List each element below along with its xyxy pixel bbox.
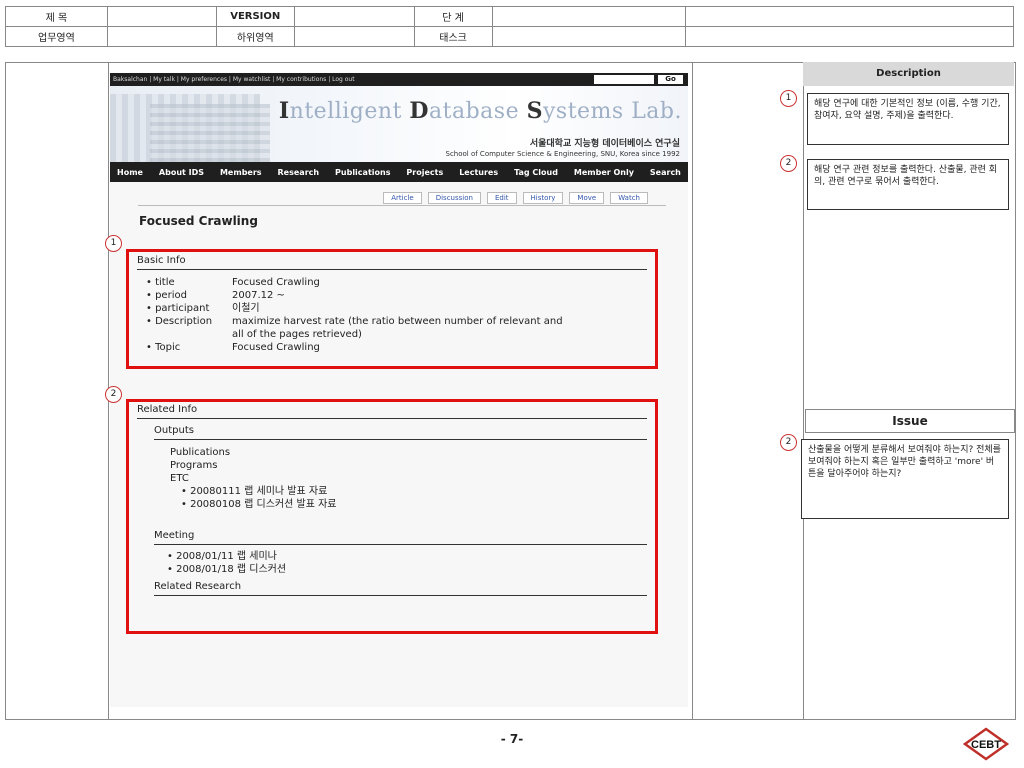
note-badge-2: 2 xyxy=(780,155,797,172)
output-etc[interactable]: ETC xyxy=(170,472,655,485)
callout-badge-1: 1 xyxy=(105,235,122,252)
value-stage xyxy=(491,6,687,27)
info-row: all of the pages retrieved) xyxy=(232,329,362,340)
output-publications[interactable]: Publications xyxy=(170,446,655,459)
tab-watch[interactable]: Watch xyxy=(610,192,648,204)
divider xyxy=(137,269,647,270)
tab-edit[interactable]: Edit xyxy=(486,192,517,204)
page-title: Focused Crawling xyxy=(139,214,258,228)
label-work-area: 업무영역 xyxy=(5,26,108,47)
output-programs[interactable]: Programs xyxy=(170,459,655,472)
info-row: • Topic Focused Crawling xyxy=(146,342,320,353)
description-note-1: 해당 연구에 대한 기본적인 정보 (이름, 수행 기간, 참여자, 요약 설명… xyxy=(807,93,1009,145)
issue-heading: Issue xyxy=(805,409,1015,433)
meeting-item[interactable]: • 2008/01/11 랩 세미나 xyxy=(167,550,655,563)
info-row: • Description maximize harvest rate (the … xyxy=(146,316,563,327)
info-row: • title Focused Crawling xyxy=(146,277,320,288)
label-stage: 단 계 xyxy=(413,6,493,27)
callout-badge-2: 2 xyxy=(105,386,122,403)
page-number: - 7- xyxy=(500,732,524,746)
nav-home[interactable]: Home xyxy=(117,168,143,177)
note-badge-1: 1 xyxy=(780,90,797,107)
nav-publications[interactable]: Publications xyxy=(335,168,390,177)
info-row: • participant 이철기 xyxy=(146,303,260,314)
value-sub-area xyxy=(293,26,415,47)
divider xyxy=(154,439,647,440)
lab-korean-name: 서울대학교 지능형 데이터베이스 연구실 xyxy=(529,139,680,149)
etc-item[interactable]: • 20080108 랩 디스커션 발표 자료 xyxy=(170,498,655,511)
basic-info-heading: Basic Info xyxy=(137,255,186,266)
value-work-area xyxy=(106,26,217,47)
outputs-list: Publications Programs ETC • 20080111 랩 세… xyxy=(129,446,655,511)
nav-search[interactable]: Search xyxy=(650,168,681,177)
nav-about[interactable]: About IDS xyxy=(159,168,204,177)
tab-article[interactable]: Article xyxy=(383,192,422,204)
nav-lectures[interactable]: Lectures xyxy=(459,168,498,177)
related-info-section: Related Info Outputs Publications Progra… xyxy=(126,399,658,634)
divider xyxy=(137,418,647,419)
page-tabs: Article Discussion Edit History Move Wat… xyxy=(383,192,648,204)
label-version: VERSION xyxy=(215,6,295,27)
value-task xyxy=(491,26,687,47)
meeting-list: • 2008/01/11 랩 세미나 • 2008/01/18 랩 디스커션 xyxy=(129,550,655,576)
lab-banner: Intelligent Database Systems Lab. 서울대학교 … xyxy=(110,86,688,162)
info-row: • period 2007.12 ~ xyxy=(146,290,285,301)
search-input[interactable] xyxy=(594,75,654,84)
go-button[interactable]: Go xyxy=(658,75,683,84)
value-title xyxy=(106,6,217,27)
label-title: 제 목 xyxy=(5,6,108,27)
divider xyxy=(154,595,647,596)
etc-item[interactable]: • 20080111 랩 세미나 발표 자료 xyxy=(170,485,655,498)
value-extra-2 xyxy=(685,26,1014,47)
tab-discussion[interactable]: Discussion xyxy=(427,192,481,204)
nav-members[interactable]: Members xyxy=(220,168,262,177)
lab-title: Intelligent Database Systems Lab. xyxy=(278,98,682,124)
tab-history[interactable]: History xyxy=(522,192,564,204)
divider xyxy=(803,63,804,719)
lab-english-name: School of Computer Science & Engineering… xyxy=(445,150,681,158)
description-heading: Description xyxy=(803,62,1014,86)
meeting-item[interactable]: • 2008/01/18 랩 디스커션 xyxy=(167,563,655,576)
outputs-heading: Outputs xyxy=(154,425,194,436)
nav-member-only[interactable]: Member Only xyxy=(574,168,634,177)
cebt-logo-icon: CEBT xyxy=(963,727,1009,761)
value-extra xyxy=(685,6,1014,27)
label-sub-area: 하위영역 xyxy=(215,26,295,47)
building-image xyxy=(150,104,270,162)
nav-projects[interactable]: Projects xyxy=(406,168,443,177)
tab-move[interactable]: Move xyxy=(569,192,605,204)
document-header-table: 제 목 VERSION 단 계 업무영역 하위영역 태스크 xyxy=(5,6,1014,47)
svg-text:CEBT: CEBT xyxy=(971,739,1001,751)
basic-info-section: Basic Info • title Focused Crawling • per… xyxy=(126,249,658,369)
related-info-heading: Related Info xyxy=(137,404,198,415)
tabs-underline xyxy=(138,205,666,206)
description-note-2: 해당 연구 관련 정보를 출력한다. 산출물, 관련 회의, 관련 연구로 묶어… xyxy=(807,159,1009,210)
user-links[interactable]: Baksalchan | My talk | My preferences | … xyxy=(113,76,355,83)
meeting-heading: Meeting xyxy=(154,530,195,541)
nav-tag-cloud[interactable]: Tag Cloud xyxy=(514,168,558,177)
main-nav: Home About IDS Members Research Publicat… xyxy=(110,162,688,182)
related-research-heading: Related Research xyxy=(154,581,242,592)
divider xyxy=(154,544,647,545)
label-task: 태스크 xyxy=(413,26,493,47)
user-toolbar: Baksalchan | My talk | My preferences | … xyxy=(110,73,688,86)
divider xyxy=(692,63,693,719)
issue-note: 산출물을 어떻게 분류해서 보여줘야 하는지? 전체를 보여줘야 하는지 혹은 … xyxy=(801,439,1009,519)
nav-research[interactable]: Research xyxy=(278,168,320,177)
value-version xyxy=(293,6,415,27)
issue-badge-2: 2 xyxy=(780,434,797,451)
